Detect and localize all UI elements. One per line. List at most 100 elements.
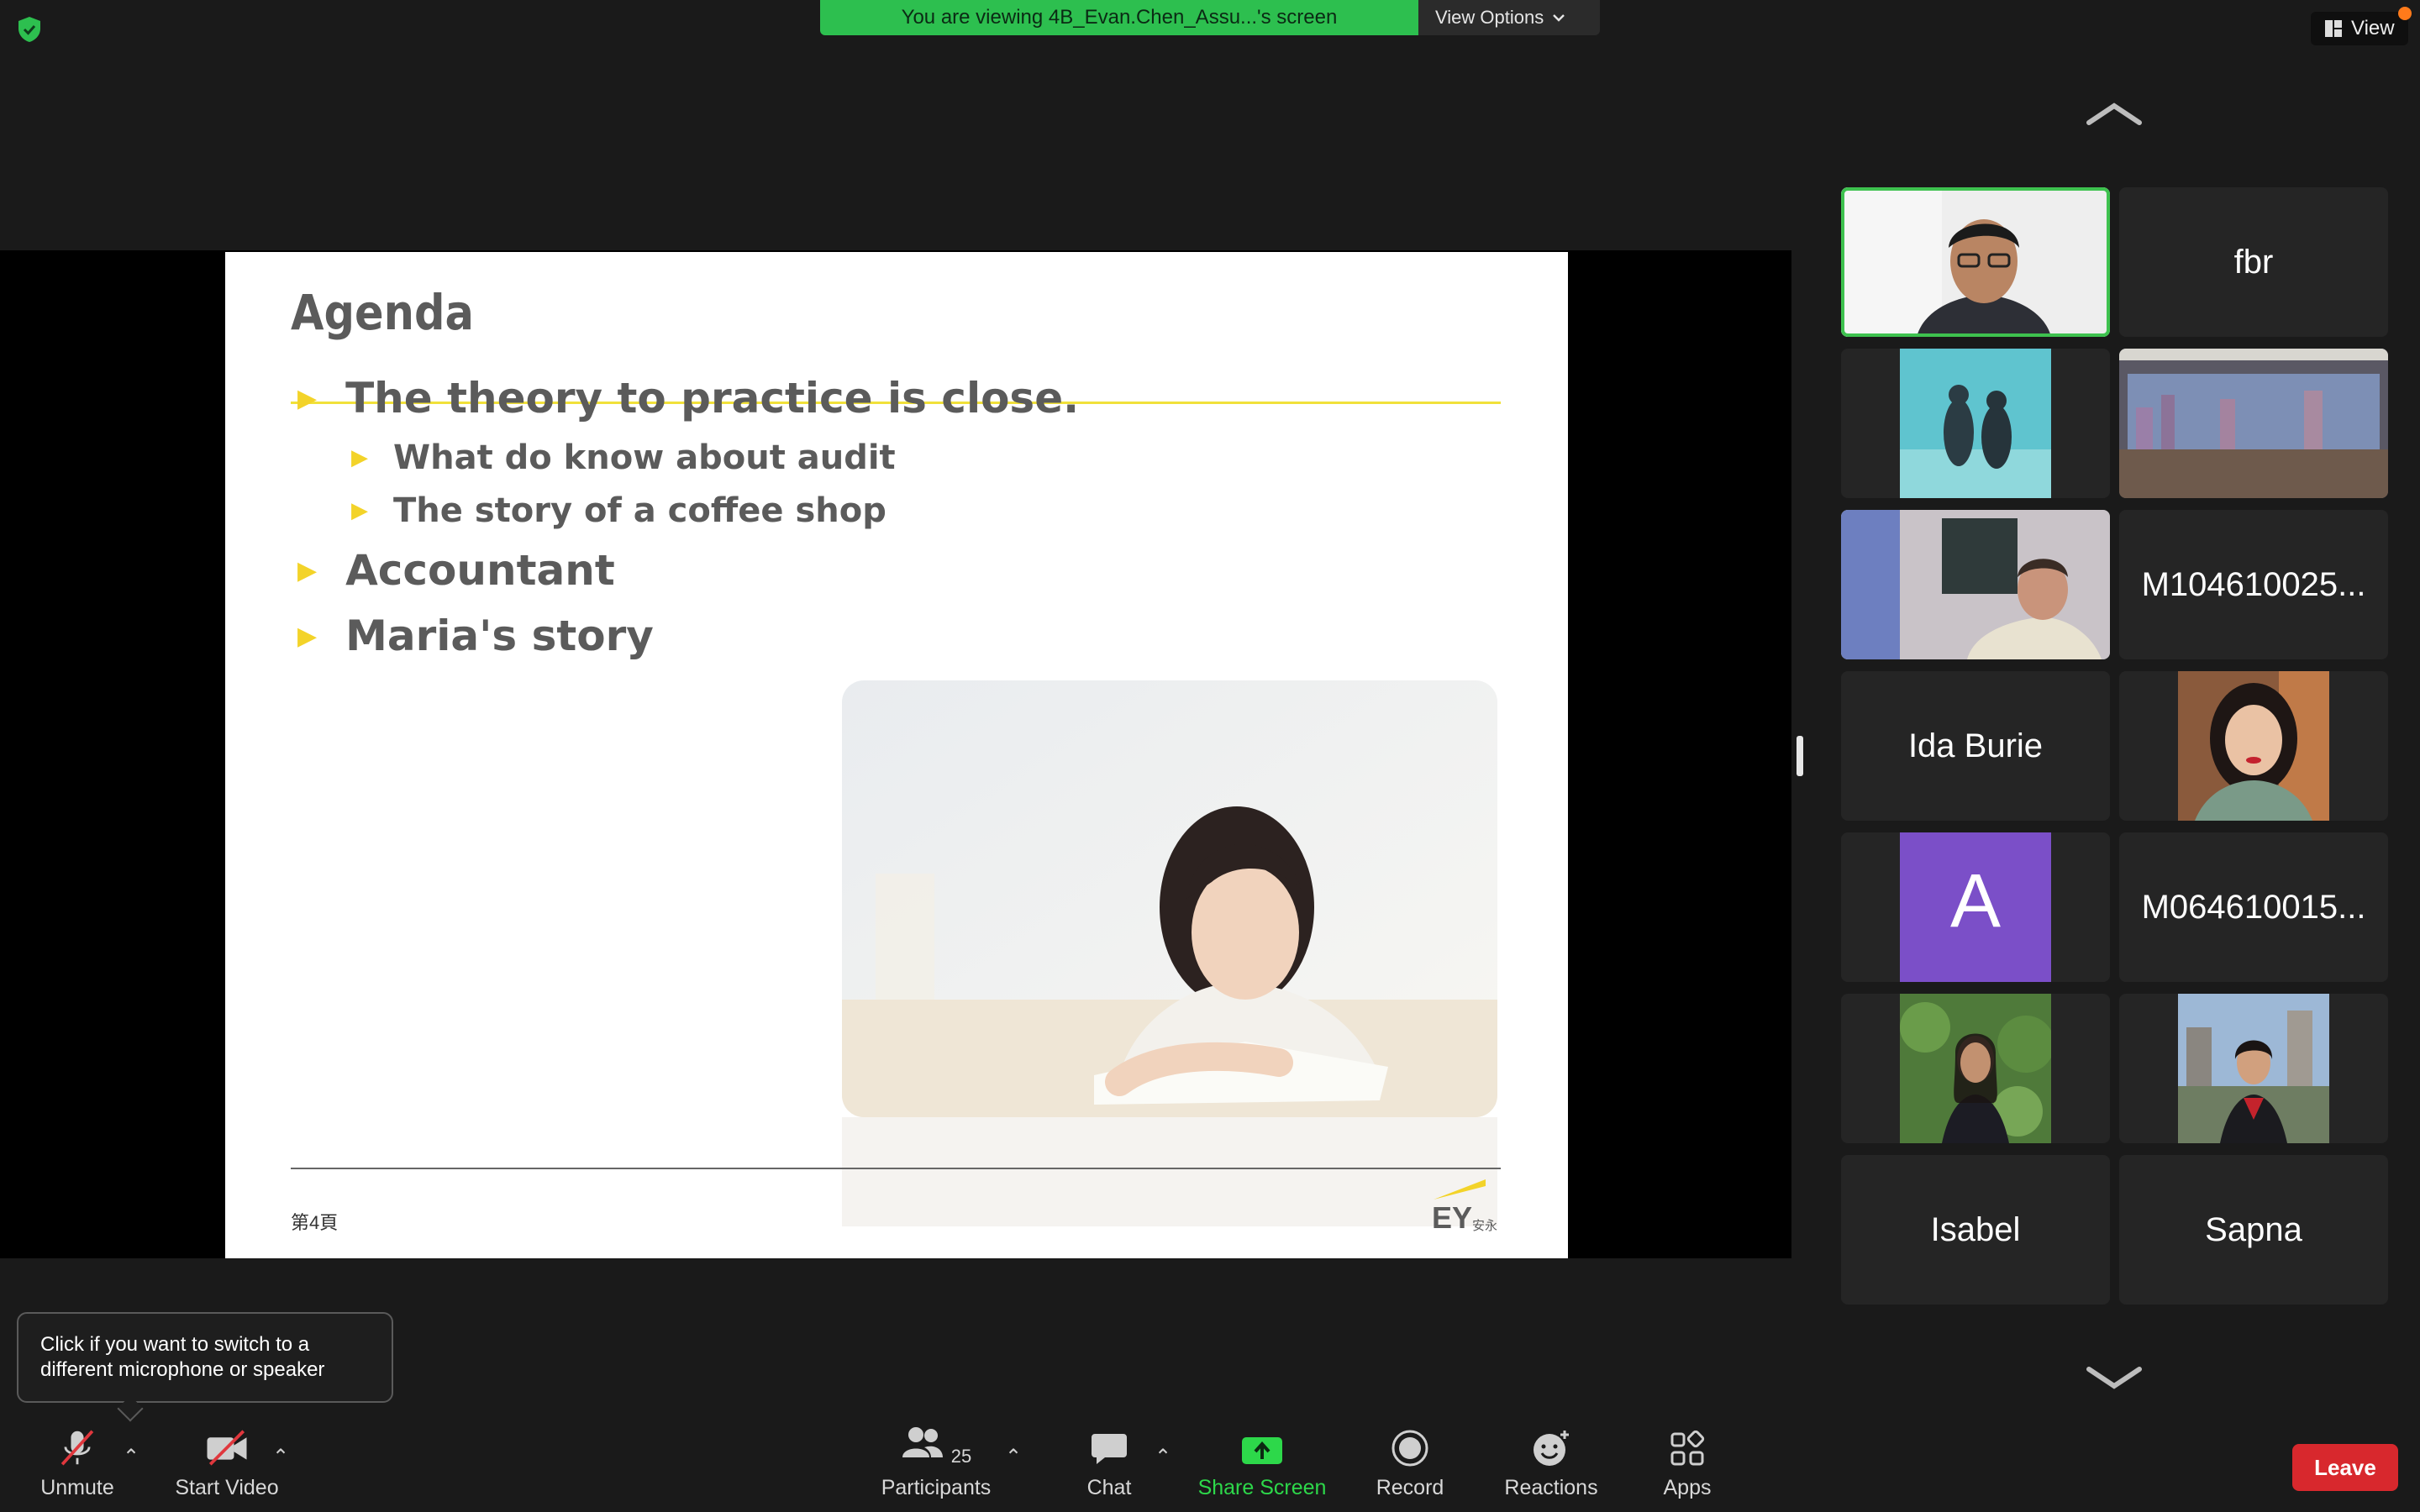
view-button[interactable]: View <box>2311 7 2412 45</box>
participant-name: M104610025... <box>2141 565 2366 603</box>
share-screen-label: Share Screen <box>1197 1476 1327 1499</box>
participant-video-underwater-icon <box>1900 349 2051 498</box>
participant-tile[interactable]: Sapna <box>2119 1155 2388 1305</box>
participant-video-city-room-icon <box>2119 349 2388 498</box>
chat-bubble-icon <box>1092 1434 1127 1464</box>
participant-tile[interactable]: M104610025... <box>2119 510 2388 659</box>
slide-bullet: ▶ Maria's story <box>297 612 654 660</box>
video-camera-off-icon <box>207 1430 247 1466</box>
bullet-text: What do know about audit <box>393 438 896 477</box>
svg-text:EY: EY <box>1432 1200 1472 1235</box>
participants-label: Participants <box>881 1476 992 1499</box>
participant-tile[interactable]: M064610015... <box>2119 832 2388 982</box>
bullet-text: Maria's story <box>345 612 654 660</box>
slide-title: Agenda <box>291 284 474 341</box>
security-shield-icon[interactable] <box>15 15 44 44</box>
bullet-arrow-icon: ▶ <box>297 621 318 651</box>
start-video-button[interactable]: Start Video <box>168 1428 286 1512</box>
apps-grid-icon <box>1670 1431 1705 1466</box>
footer-divider <box>291 1168 1501 1169</box>
chat-button[interactable]: Chat <box>1079 1428 1139 1512</box>
reactions-emoji-icon <box>1534 1431 1569 1466</box>
participant-tile[interactable] <box>2119 994 2388 1143</box>
reactions-label: Reactions <box>1504 1476 1598 1499</box>
bullet-text: Accountant <box>345 546 615 595</box>
participants-caret-icon[interactable]: ⌃ <box>1005 1445 1022 1469</box>
gallery-scroll-up-icon[interactable] <box>2084 97 2144 131</box>
microphone-muted-icon <box>60 1430 94 1466</box>
gallery-scroll-down-icon[interactable] <box>2084 1361 2144 1394</box>
participant-name: M064610015... <box>2141 888 2366 926</box>
participant-tile[interactable]: Isabel <box>1841 1155 2110 1305</box>
bullet-arrow-icon: ▶ <box>297 555 318 585</box>
participant-photo-woman-city-icon <box>2178 994 2329 1143</box>
slide-sub-bullet: ▶ What do know about audit <box>351 438 896 477</box>
participant-name: Isabel <box>1930 1210 2021 1248</box>
bullet-text: The theory to practice is close. <box>345 374 1080 423</box>
reactions-button[interactable]: Reactions <box>1499 1428 1603 1512</box>
bullet-arrow-icon: ▶ <box>351 445 368 470</box>
apps-label: Apps <box>1663 1476 1712 1499</box>
viewing-screen-text: You are viewing 4B_Evan.Chen_Assu...'s s… <box>901 6 1338 29</box>
participant-tile[interactable]: Ida Burie <box>1841 671 2110 821</box>
leave-label: Leave <box>2314 1454 2376 1480</box>
record-label: Record <box>1376 1476 1444 1499</box>
bullet-arrow-icon: ▶ <box>297 383 318 413</box>
svg-text:安永: 安永 <box>1472 1218 1497 1233</box>
participant-tile[interactable] <box>2119 349 2388 498</box>
participants-button[interactable]: 25 Participants <box>874 1427 998 1512</box>
view-options-label: View Options <box>1435 7 1544 28</box>
photo-reflection <box>842 1117 1497 1226</box>
slide-sub-bullet: ▶ The story of a coffee shop <box>351 491 886 530</box>
notification-dot <box>2398 7 2412 20</box>
video-options-caret-icon[interactable]: ⌃ <box>272 1445 289 1469</box>
participant-name: fbr <box>2233 243 2274 281</box>
participant-tile[interactable] <box>1841 994 2110 1143</box>
bullet-text: The story of a coffee shop <box>393 491 886 530</box>
unmute-label: Unmute <box>40 1476 114 1499</box>
participant-photo-woman-plants-icon <box>1900 994 2051 1143</box>
bullet-arrow-icon: ▶ <box>351 498 368 523</box>
participants-icon <box>902 1427 943 1457</box>
participant-video-man-glasses-icon <box>1841 187 2110 337</box>
svg-text:A: A <box>1950 859 2001 943</box>
participant-tile-active-speaker[interactable] <box>1841 187 2110 337</box>
leave-button[interactable]: Leave <box>2292 1444 2398 1491</box>
view-label: View <box>2351 17 2395 39</box>
participant-tile[interactable] <box>1841 349 2110 498</box>
ey-logo: EY 安永 <box>1430 1176 1506 1235</box>
start-video-label: Start Video <box>175 1476 279 1499</box>
tooltip-line: different microphone or speaker <box>40 1358 325 1381</box>
share-screen-icon <box>1242 1437 1282 1464</box>
slide-bullet: ▶ The theory to practice is close. <box>297 374 1079 423</box>
chat-caret-icon[interactable]: ⌃ <box>1155 1445 1171 1469</box>
participants-count: 25 <box>950 1446 972 1467</box>
participant-tile[interactable]: fbr <box>2119 187 2388 337</box>
participant-name: Sapna <box>2205 1210 2302 1248</box>
view-options-button[interactable]: View Options <box>1418 0 1600 35</box>
slide-bullet: ▶ Accountant <box>297 546 615 595</box>
apps-button[interactable]: Apps <box>1652 1428 1723 1512</box>
chat-label: Chat <box>1086 1476 1132 1499</box>
presentation-slide: Agenda ▶ The theory to practice is close… <box>225 252 1568 1258</box>
record-icon <box>1392 1430 1428 1467</box>
participant-tile[interactable]: A <box>1841 832 2110 982</box>
participant-video-man-reading-icon <box>1841 510 2110 659</box>
audio-options-caret-icon[interactable]: ⌃ <box>123 1445 139 1469</box>
viewing-screen-banner: You are viewing 4B_Evan.Chen_Assu...'s s… <box>820 0 1418 35</box>
participant-tile[interactable] <box>1841 510 2110 659</box>
share-screen-button[interactable]: Share Screen <box>1193 1428 1331 1512</box>
participant-photo-woman-red-lips-icon <box>2178 671 2329 821</box>
chevron-down-icon <box>1553 14 1565 22</box>
woman-with-book-photo <box>842 680 1497 1117</box>
panel-resize-handle[interactable] <box>1797 736 1803 776</box>
unmute-button[interactable]: Unmute <box>34 1428 121 1512</box>
avatar-letter-icon: A <box>1900 832 2051 982</box>
tooltip-line: Click if you want to switch to a <box>40 1333 310 1356</box>
gallery-view-icon <box>2325 20 2342 37</box>
slide-page-number: 第4頁 <box>291 1212 339 1233</box>
audio-tooltip: Click if you want to switch to a differe… <box>17 1312 393 1403</box>
participant-name: Ida Burie <box>1907 727 2044 764</box>
participant-tile[interactable] <box>2119 671 2388 821</box>
record-button[interactable]: Record <box>1366 1428 1454 1512</box>
